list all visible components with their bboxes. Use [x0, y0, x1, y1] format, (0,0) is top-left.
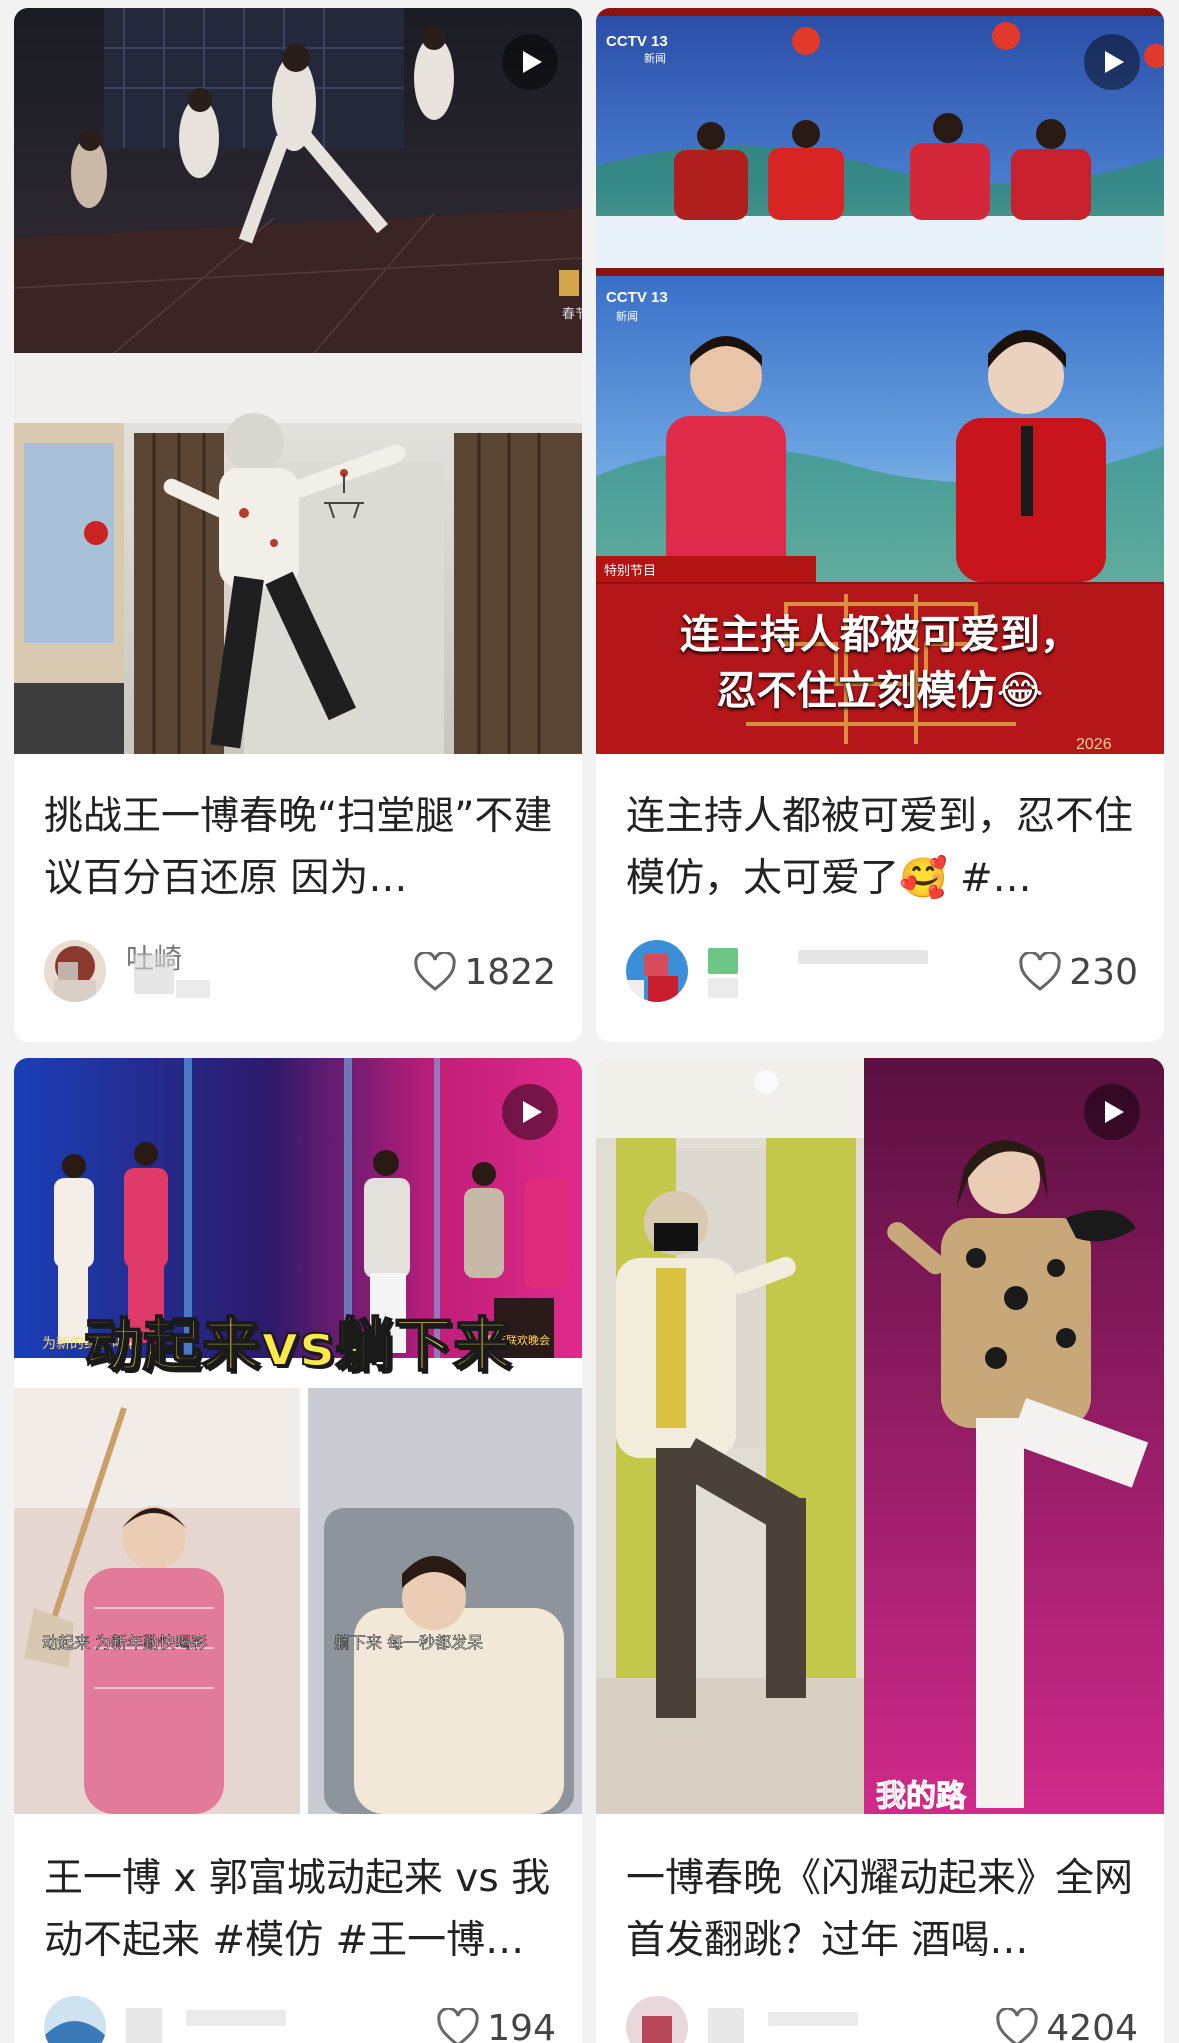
play-icon [523, 51, 542, 73]
like-button[interactable]: 4204 [996, 2002, 1138, 2043]
play-button[interactable] [1084, 34, 1140, 90]
post-title[interactable]: 挑战王一博春晚“扫堂腿”不建议百分百还原 因为… [44, 786, 556, 910]
avatar[interactable] [44, 1996, 106, 2043]
author-name[interactable] [126, 2000, 346, 2043]
split-illustration: 动起来 为新年勤快喝彩 躺下来 每一秒都发呆 [14, 1388, 582, 1814]
waterfall-feed: 春节联 [0, 0, 1179, 2043]
like-count: 230 [1069, 951, 1138, 993]
post-title[interactable]: 连主持人都被可爱到，忍不住模仿，太可爱了🥰 #… [626, 786, 1138, 910]
avatar[interactable] [44, 940, 106, 1002]
title-banner: 动起来vs躺下来 [14, 1288, 582, 1380]
split-dance-illustration: 我的路 [596, 1058, 1164, 1814]
thumb-label: 新闻 [616, 309, 638, 323]
heart-icon [996, 2008, 1039, 2043]
author-row: 4204 [626, 1996, 1138, 2043]
caption-line-1: 连主持人都被可爱到， [680, 612, 1080, 658]
author-row: 吐崎 1822 [44, 940, 556, 1004]
avatar[interactable] [626, 940, 688, 1002]
video-card[interactable]: CCTV 13 新闻 CCTV 13 新闻 特别节目 2026 连主持人都被可爱… [596, 8, 1164, 1042]
avatar-image [44, 940, 106, 1002]
post-title[interactable]: 王一博 x 郭富城动起来 vs 我动不起来 #模仿 #王一博… [44, 1848, 556, 1972]
like-count: 4204 [1046, 2007, 1138, 2043]
video-thumbnail[interactable]: 春节联 [14, 8, 582, 754]
studio-illustration-top: CCTV 13 新闻 [596, 22, 1164, 268]
play-icon [1105, 51, 1124, 73]
caption-panel: 2026 连主持人都被可爱到， 忍不住立刻模仿😂 [596, 584, 1164, 754]
video-thumbnail[interactable]: 为新的纪录喝彩 春节联欢晚会 动起来vs躺下来 动起来 为新年勤快喝彩 躺下来 … [14, 1058, 582, 1814]
avatar-image [626, 1996, 688, 2043]
heart-icon [414, 952, 457, 991]
play-icon [1105, 1101, 1124, 1123]
stage-scene: 春节联 [14, 8, 582, 354]
banner-text: 动起来vs躺下来 [83, 1310, 513, 1380]
thumb-label: 新闻 [644, 51, 666, 65]
studio-scene-hosts: CCTV 13 新闻 特别节目 [596, 276, 1164, 582]
thumb-label: 2026 [1076, 736, 1112, 753]
stage-illustration: 春节联 [14, 8, 582, 354]
heart-icon [1019, 952, 1061, 991]
caption-line-2: 忍不住立刻模仿😂 [716, 668, 1044, 714]
video-thumbnail[interactable]: 我的路 [596, 1058, 1164, 1814]
studio-scene-top: CCTV 13 新闻 [596, 16, 1164, 268]
video-card[interactable]: 我的路 一博春晚《闪耀动起来》全网首发翻跳？过年 酒喝… 4204 [596, 1058, 1164, 2043]
avatar-image [44, 1996, 106, 2043]
author-name[interactable]: 吐崎 [126, 944, 326, 1000]
like-count: 194 [487, 2007, 556, 2043]
like-button[interactable]: 1822 [414, 946, 556, 998]
thumb-label: CCTV 13 [606, 289, 668, 306]
play-button[interactable] [502, 1084, 558, 1140]
heart-icon [437, 2008, 479, 2043]
like-button[interactable]: 230 [1019, 946, 1138, 998]
play-button[interactable] [502, 34, 558, 90]
author-name[interactable] [708, 2000, 928, 2043]
thumb-label: 春节联 [562, 306, 582, 321]
avatar-image [626, 940, 688, 1002]
home-scene [14, 353, 582, 754]
home-illustration [14, 353, 582, 754]
thumb-label: 动起来 为新年勤快喝彩 [42, 1633, 207, 1652]
split-scene: 动起来 为新年勤快喝彩 躺下来 每一秒都发呆 [14, 1388, 582, 1814]
thumb-label: 我的路 [876, 1779, 967, 1814]
play-icon [523, 1101, 542, 1123]
avatar[interactable] [626, 1996, 688, 2043]
like-count: 1822 [464, 951, 556, 993]
thumb-label: 特别节目 [604, 564, 656, 579]
play-button[interactable] [1084, 1084, 1140, 1140]
video-card[interactable]: 春节联 [14, 8, 582, 1042]
video-card[interactable]: 为新的纪录喝彩 春节联欢晚会 动起来vs躺下来 动起来 为新年勤快喝彩 躺下来 … [14, 1058, 582, 2043]
video-thumbnail[interactable]: CCTV 13 新闻 CCTV 13 新闻 特别节目 2026 连主持人都被可爱… [596, 8, 1164, 754]
like-button[interactable]: 194 [437, 2002, 556, 2043]
thumb-label: 躺下来 每一秒都发呆 [334, 1633, 483, 1652]
studio-illustration-hosts: CCTV 13 新闻 特别节目 [596, 289, 1164, 582]
author-name[interactable] [708, 944, 988, 1000]
post-title[interactable]: 一博春晚《闪耀动起来》全网首发翻跳？过年 酒喝… [626, 1848, 1138, 1972]
thumb-label: CCTV 13 [606, 33, 668, 50]
author-row: 230 [626, 940, 1138, 1004]
author-row: 194 [44, 1996, 556, 2043]
split-dance-scene: 我的路 [596, 1058, 1164, 1814]
